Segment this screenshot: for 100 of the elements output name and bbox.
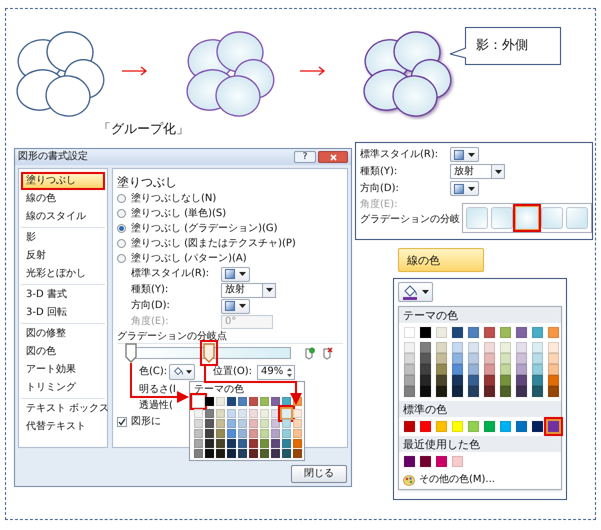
color-swatch[interactable]	[548, 364, 559, 375]
color-swatch[interactable]	[452, 375, 463, 386]
gradient-style-dropdown[interactable]	[221, 266, 250, 282]
color-swatch[interactable]	[238, 419, 247, 428]
color-swatch[interactable]	[271, 419, 280, 428]
color-swatch[interactable]	[468, 327, 479, 338]
color-swatch[interactable]	[484, 342, 495, 353]
color-swatch[interactable]	[452, 421, 463, 432]
color-swatch[interactable]	[500, 342, 511, 353]
color-swatch[interactable]	[271, 429, 280, 438]
color-swatch[interactable]	[532, 386, 543, 397]
gradient-direction-option[interactable]	[513, 204, 541, 232]
color-swatch[interactable]	[194, 419, 203, 428]
color-swatch[interactable]	[271, 397, 280, 406]
color-swatch[interactable]	[271, 449, 280, 458]
color-swatch[interactable]	[532, 342, 543, 353]
color-swatch[interactable]	[516, 327, 527, 338]
color-swatch[interactable]	[205, 397, 214, 406]
color-swatch[interactable]	[436, 456, 447, 467]
category-item[interactable]: 線のスタイル	[21, 208, 105, 226]
color-swatch[interactable]	[484, 364, 495, 375]
color-swatch[interactable]	[436, 421, 447, 432]
color-swatch[interactable]	[452, 364, 463, 375]
line-color-button[interactable]	[398, 282, 433, 302]
color-swatch[interactable]	[468, 364, 479, 375]
color-swatch[interactable]	[436, 386, 447, 397]
color-swatch[interactable]	[194, 409, 203, 418]
color-swatch[interactable]	[532, 353, 543, 364]
color-swatch[interactable]	[282, 429, 291, 438]
color-swatch[interactable]	[227, 449, 236, 458]
color-swatch[interactable]	[516, 364, 527, 375]
color-swatch[interactable]	[404, 364, 415, 375]
color-swatch[interactable]	[452, 353, 463, 364]
color-swatch[interactable]	[452, 386, 463, 397]
color-swatch[interactable]	[282, 419, 291, 428]
color-swatch[interactable]	[260, 409, 269, 418]
color-swatch[interactable]	[468, 375, 479, 386]
spin-arrows-icon[interactable]	[285, 366, 294, 378]
type-select[interactable]: 放射	[221, 282, 276, 298]
color-swatch[interactable]	[260, 449, 269, 458]
color-swatch[interactable]	[544, 417, 563, 436]
color-swatch[interactable]	[249, 429, 258, 438]
color-swatch[interactable]	[238, 397, 247, 406]
close-button[interactable]	[318, 151, 348, 163]
color-swatch[interactable]	[216, 397, 225, 406]
color-swatch[interactable]	[238, 409, 247, 418]
color-swatch[interactable]	[532, 327, 543, 338]
color-swatch[interactable]	[404, 375, 415, 386]
category-item[interactable]: 図の修整	[21, 325, 105, 343]
gradient-stop-handle[interactable]	[125, 343, 137, 363]
category-item[interactable]: 代替テキスト	[21, 418, 105, 436]
category-item[interactable]: 3-D 書式	[21, 286, 105, 304]
color-swatch[interactable]	[500, 421, 511, 432]
color-swatch[interactable]	[293, 439, 302, 448]
color-swatch[interactable]	[548, 342, 559, 353]
color-swatch[interactable]	[532, 421, 543, 432]
radio-button[interactable]	[117, 239, 126, 248]
category-item[interactable]: トリミング	[21, 379, 105, 397]
radio-button[interactable]	[117, 209, 126, 218]
radio-button[interactable]	[117, 224, 126, 233]
color-swatch[interactable]	[468, 353, 479, 364]
color-swatch[interactable]	[420, 342, 431, 353]
color-swatch[interactable]	[436, 375, 447, 386]
color-swatch[interactable]	[548, 375, 559, 386]
color-swatch[interactable]	[436, 342, 447, 353]
color-swatch[interactable]	[194, 449, 203, 458]
color-swatch[interactable]	[420, 364, 431, 375]
color-swatch[interactable]	[500, 364, 511, 375]
color-swatch[interactable]	[271, 439, 280, 448]
color-swatch[interactable]	[548, 327, 559, 338]
color-swatch[interactable]	[436, 353, 447, 364]
category-item[interactable]: 影	[21, 229, 105, 247]
checkbox[interactable]	[117, 417, 127, 427]
color-swatch[interactable]	[249, 439, 258, 448]
color-swatch[interactable]	[238, 429, 247, 438]
add-stop-icon[interactable]	[303, 346, 315, 360]
color-swatch[interactable]	[238, 439, 247, 448]
color-swatch[interactable]	[194, 439, 203, 448]
color-swatch[interactable]	[420, 456, 431, 467]
color-swatch[interactable]	[436, 327, 447, 338]
color-swatch[interactable]	[404, 421, 415, 432]
color-swatch[interactable]	[516, 342, 527, 353]
color-swatch[interactable]	[205, 439, 214, 448]
close-dialog-button[interactable]: 閉じる	[291, 465, 347, 483]
color-swatch[interactable]	[500, 327, 511, 338]
color-swatch[interactable]	[260, 397, 269, 406]
color-swatch[interactable]	[249, 409, 258, 418]
color-swatch[interactable]	[205, 419, 214, 428]
radio-button[interactable]	[117, 194, 126, 203]
color-swatch[interactable]	[216, 429, 225, 438]
color-swatch[interactable]	[420, 375, 431, 386]
line-color-tab[interactable]: 線の色	[398, 248, 484, 272]
color-swatch[interactable]	[293, 429, 302, 438]
remove-stop-icon[interactable]	[321, 346, 333, 360]
color-swatch[interactable]	[249, 449, 258, 458]
color-swatch[interactable]	[227, 439, 236, 448]
dropdown-button[interactable]	[491, 165, 504, 178]
type-select[interactable]: 放射	[450, 164, 505, 179]
color-swatch[interactable]	[205, 449, 214, 458]
more-colors-item[interactable]: その他の色(M)...	[399, 471, 499, 489]
